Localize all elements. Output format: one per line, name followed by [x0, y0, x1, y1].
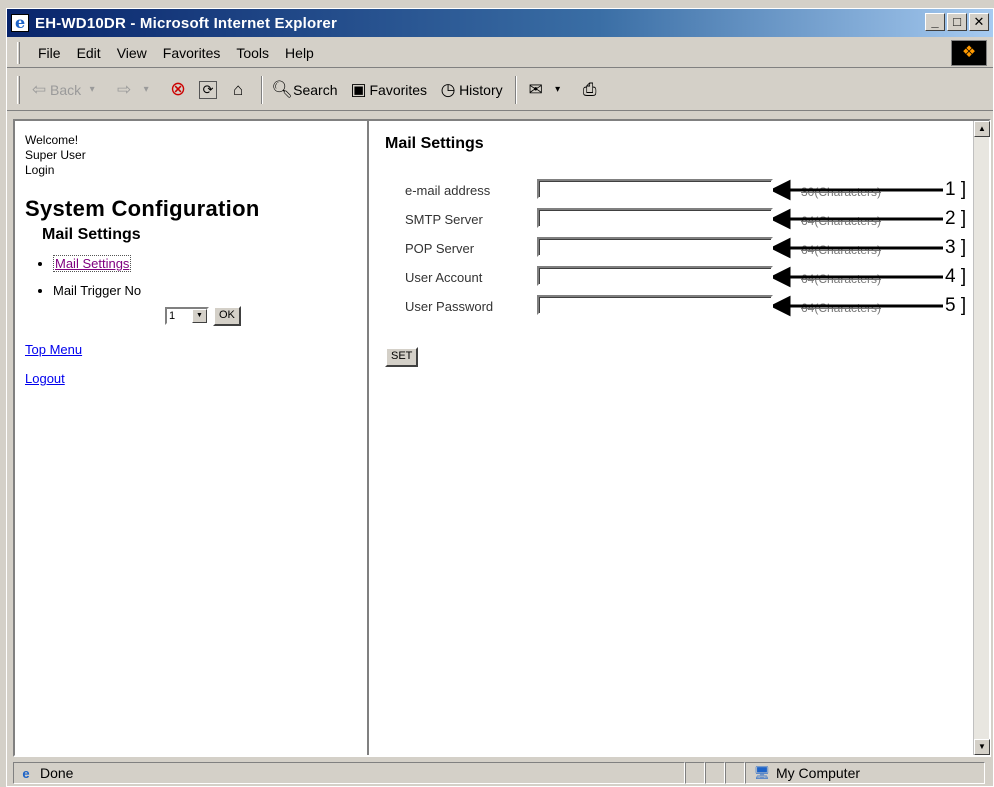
- menu-view[interactable]: View: [109, 45, 155, 61]
- page-content: Welcome! Super User Login System Configu…: [13, 119, 991, 757]
- search-button[interactable]: 🔍︎ Search: [271, 80, 337, 100]
- status-bar: e Done 🖥︎ My Computer: [13, 761, 991, 785]
- status-text-cell: e Done: [13, 762, 685, 784]
- minimize-button[interactable]: _: [925, 13, 945, 31]
- dropdown-icon: ▾: [143, 84, 149, 95]
- scroll-down-icon[interactable]: ▼: [974, 739, 990, 755]
- ie-icon: [11, 13, 29, 32]
- set-button[interactable]: SET: [385, 347, 419, 367]
- callout-5: 5 ]: [945, 295, 967, 316]
- menu-bar: File Edit View Favorites Tools Help ❖: [7, 38, 993, 68]
- ok-button[interactable]: OK: [213, 306, 241, 326]
- title-bar: EH-WD10DR - Microsoft Internet Explorer …: [7, 9, 993, 37]
- menu-file[interactable]: File: [30, 45, 69, 61]
- login-text: Login: [25, 163, 55, 177]
- favorites-icon: ▣: [350, 79, 367, 99]
- toolbar: ⇦ Back ▾ ⇨ ▾ ⊗ ⟳ ⌂ 🔍︎ Search ▣ Favorites ◷ His…: [7, 69, 993, 111]
- home-icon: ⌂: [232, 79, 244, 99]
- zone-text: My Computer: [776, 765, 861, 781]
- browser-window: EH-WD10DR - Microsoft Internet Explorer …: [6, 8, 994, 787]
- page-done-icon: e: [22, 765, 30, 781]
- scroll-up-icon[interactable]: ▲: [974, 121, 990, 137]
- callout-4: 4 ]: [945, 266, 967, 287]
- windows-logo-icon: ❖: [951, 40, 987, 66]
- stop-button[interactable]: ⊗: [167, 79, 189, 100]
- forward-button[interactable]: ⇨ ▾: [113, 80, 157, 100]
- nav-mail-trigger-label: Mail Trigger No: [53, 283, 142, 298]
- history-button[interactable]: ◷ History: [437, 80, 503, 100]
- email-label: e-mail address: [405, 183, 491, 198]
- callout-arrows: [773, 179, 943, 317]
- callout-3: 3 ]: [945, 237, 967, 258]
- zone-cell: 🖥︎ My Computer: [745, 762, 985, 784]
- forward-arrow-icon: ⇨: [117, 79, 132, 99]
- top-menu-link[interactable]: Top Menu: [25, 342, 367, 357]
- vertical-scrollbar[interactable]: ▲ ▼: [973, 121, 990, 755]
- print-button[interactable]: ⎙: [579, 80, 601, 100]
- logout-link[interactable]: Logout: [25, 371, 367, 386]
- menu-tools[interactable]: Tools: [228, 45, 277, 61]
- favorites-button[interactable]: ▣ Favorites: [347, 80, 427, 100]
- history-icon: ◷: [440, 79, 456, 99]
- account-label: User Account: [405, 270, 483, 285]
- mail-button[interactable]: ✉ ▾: [525, 80, 569, 100]
- stop-icon: ⊗: [170, 79, 187, 100]
- status-text: Done: [40, 765, 74, 781]
- menu-favorites[interactable]: Favorites: [155, 45, 229, 61]
- user-name: Super User: [25, 148, 86, 162]
- print-icon: ⎙: [582, 79, 597, 99]
- pop-label: POP Server: [405, 241, 475, 256]
- callout-2: 2 ]: [945, 208, 967, 229]
- dropdown-icon: ▾: [555, 84, 561, 95]
- mail-icon: ✉: [528, 79, 543, 99]
- search-icon: 🔍︎: [271, 79, 293, 99]
- smtp-input[interactable]: [537, 208, 773, 228]
- callout-1: 1 ]: [945, 179, 967, 200]
- account-input[interactable]: [537, 266, 773, 286]
- subsection-title: Mail Settings: [42, 226, 141, 243]
- window-title: EH-WD10DR - Microsoft Internet Explorer: [35, 14, 337, 32]
- dropdown-icon: ▾: [89, 84, 95, 95]
- page-title: Mail Settings: [385, 135, 484, 152]
- smtp-label: SMTP Server: [405, 212, 483, 227]
- trigger-number-select[interactable]: 1 ▼: [165, 307, 209, 325]
- menu-help[interactable]: Help: [277, 45, 322, 61]
- menu-edit[interactable]: Edit: [69, 45, 109, 61]
- back-button[interactable]: ⇦ Back ▾: [28, 80, 103, 100]
- left-frame: Welcome! Super User Login System Configu…: [15, 121, 369, 755]
- my-computer-icon: 🖥︎: [753, 765, 771, 780]
- section-title: System Configuration: [25, 196, 260, 221]
- home-button[interactable]: ⌂: [227, 80, 249, 100]
- password-input[interactable]: [537, 295, 773, 315]
- close-button[interactable]: ✕: [969, 13, 989, 31]
- refresh-icon: ⟳: [199, 80, 218, 99]
- chevron-down-icon: ▼: [192, 309, 207, 323]
- password-label: User Password: [405, 299, 494, 314]
- email-input[interactable]: [537, 179, 773, 199]
- maximize-button[interactable]: □: [947, 13, 967, 31]
- back-arrow-icon: ⇦: [31, 79, 47, 99]
- refresh-button[interactable]: ⟳: [199, 80, 218, 99]
- nav-mail-settings-link[interactable]: Mail Settings: [53, 255, 132, 272]
- welcome-text: Welcome!: [25, 133, 79, 147]
- pop-input[interactable]: [537, 237, 773, 257]
- right-frame: Mail Settings e-mail address 30(Characte…: [371, 121, 975, 755]
